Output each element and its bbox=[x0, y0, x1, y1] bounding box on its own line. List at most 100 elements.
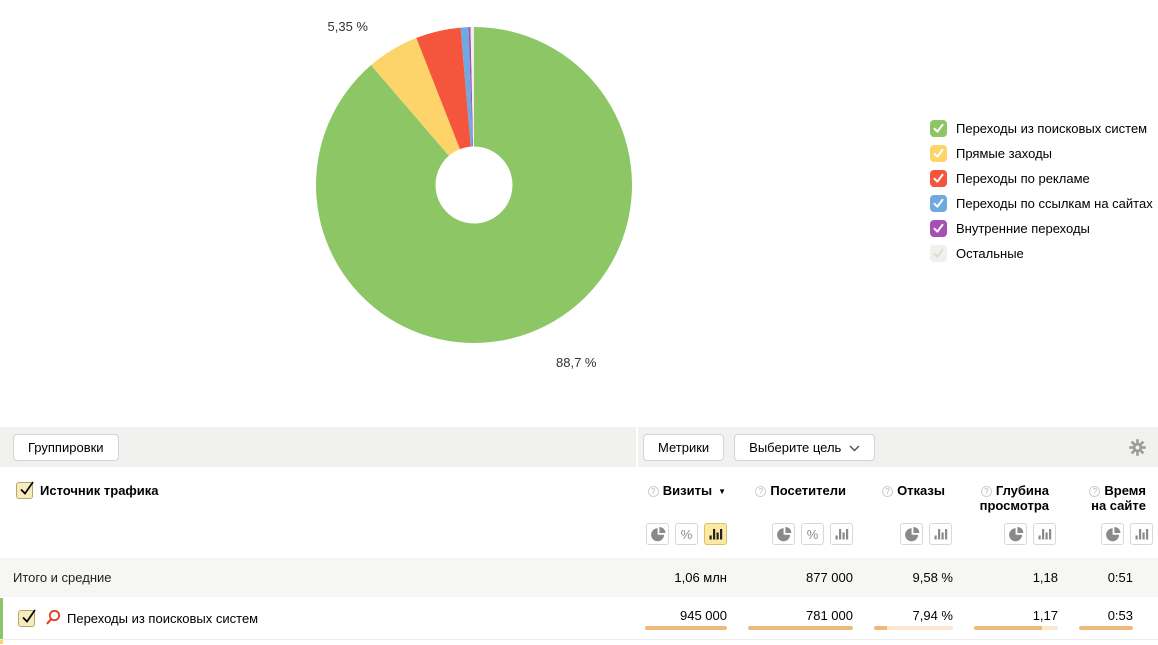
traffic-sources-chart-area: 5,35 % 88,7 % Переходы из поисковых сист… bbox=[0, 0, 1158, 427]
bars-mode-button[interactable] bbox=[704, 523, 727, 545]
legend-checkbox-icon[interactable] bbox=[930, 195, 947, 212]
legend-checkbox-icon[interactable] bbox=[930, 145, 947, 162]
help-icon[interactable]: ? bbox=[648, 486, 659, 497]
bars-mode-icon bbox=[1037, 526, 1053, 542]
help-icon[interactable]: ? bbox=[981, 486, 992, 497]
pie-mode-button[interactable] bbox=[772, 523, 795, 545]
metric-column-label[interactable]: ?Времяна сайте bbox=[1089, 483, 1158, 513]
help-icon[interactable]: ? bbox=[755, 486, 766, 497]
table-header-row: Источник трафика ?Визиты▼%?Посетители%?О… bbox=[0, 467, 1158, 557]
metric-value: 945 000 bbox=[680, 608, 727, 623]
row-source-label[interactable]: Переходы из поисковых систем bbox=[67, 611, 258, 626]
slice-percent-label-search: 88,7 % bbox=[556, 355, 596, 370]
bars-mode-button[interactable] bbox=[1130, 523, 1153, 545]
table-row: Переходы из поисковых систем 945 000 781 0… bbox=[0, 598, 1158, 640]
metric-column-label[interactable]: ?Посетители bbox=[755, 483, 858, 498]
metric-column-header: ?Визиты▼% bbox=[637, 467, 732, 557]
display-mode-buttons: % bbox=[772, 523, 858, 545]
pie-mode-button[interactable] bbox=[1101, 523, 1124, 545]
row-color-stripe bbox=[0, 640, 3, 644]
toolbar-right-section: Метрики Выберите цель bbox=[636, 427, 1158, 467]
pie-mode-button[interactable] bbox=[1004, 523, 1027, 545]
totals-values: 1,06 млн877 0009,58 %1,180:51 bbox=[637, 570, 1158, 585]
display-mode-buttons: % bbox=[646, 523, 732, 545]
legend-item[interactable]: Внутренние переходы bbox=[930, 216, 1153, 241]
bars-mode-button[interactable] bbox=[830, 523, 853, 545]
metric-value-cell: 0:53 bbox=[1061, 608, 1158, 630]
bars-mode-button[interactable] bbox=[929, 523, 952, 545]
group-column-title[interactable]: Источник трафика bbox=[40, 482, 159, 499]
legend-label: Переходы по рекламе bbox=[956, 171, 1090, 186]
legend-checkbox-icon[interactable] bbox=[930, 220, 947, 237]
totals-value: 877 000 bbox=[732, 570, 858, 585]
goal-picker-button[interactable]: Выберите цель bbox=[734, 434, 875, 461]
pie-mode-button[interactable] bbox=[900, 523, 923, 545]
metrics-button[interactable]: Метрики bbox=[643, 434, 724, 461]
next-row-peek bbox=[0, 640, 1158, 644]
bars-mode-icon bbox=[834, 526, 850, 542]
legend-checkbox-icon[interactable] bbox=[930, 170, 947, 187]
percent-mode-button[interactable]: % bbox=[801, 523, 824, 545]
row-name-cell: Переходы из поисковых систем bbox=[0, 609, 637, 629]
value-mini-bar bbox=[1079, 626, 1133, 630]
value-mini-bar bbox=[974, 626, 1058, 630]
chart-legend: Переходы из поисковых систем Прямые заход… bbox=[930, 116, 1153, 266]
metric-value: 1,17 bbox=[1033, 608, 1058, 623]
percent-mode-button[interactable]: % bbox=[675, 523, 698, 545]
bars-mode-icon bbox=[708, 526, 724, 542]
display-mode-buttons bbox=[1004, 523, 1061, 545]
search-magnifier-icon[interactable] bbox=[45, 609, 61, 629]
metric-value-cell: 781 000 bbox=[732, 608, 858, 630]
metric-value-cell: 1,17 bbox=[957, 608, 1061, 630]
value-mini-bar bbox=[645, 626, 727, 630]
table-body: Переходы из поисковых систем 945 000 781 0… bbox=[0, 598, 1158, 640]
metric-value-cell: 7,94 % bbox=[858, 608, 957, 630]
goal-picker-label: Выберите цель bbox=[749, 440, 841, 455]
legend-item[interactable]: Переходы из поисковых систем bbox=[930, 116, 1153, 141]
pie-mode-icon bbox=[776, 526, 792, 542]
help-icon[interactable]: ? bbox=[882, 486, 893, 497]
group-column-header: Источник трафика bbox=[0, 467, 637, 557]
metrica-dashboard: 5,35 % 88,7 % Переходы из поисковых сист… bbox=[0, 0, 1158, 645]
groupings-button[interactable]: Группировки bbox=[13, 434, 119, 461]
legend-item[interactable]: Переходы по ссылкам на сайтах bbox=[930, 191, 1153, 216]
metric-columns-header: ?Визиты▼%?Посетители%?Отказы?Глубинапрос… bbox=[637, 467, 1158, 557]
legend-item[interactable]: Переходы по рекламе bbox=[930, 166, 1153, 191]
bars-mode-button[interactable] bbox=[1033, 523, 1056, 545]
metric-value: 7,94 % bbox=[913, 608, 953, 623]
help-icon[interactable]: ? bbox=[1089, 486, 1100, 497]
value-mini-bar bbox=[874, 626, 953, 630]
legend-item[interactable]: Прямые заходы bbox=[930, 141, 1153, 166]
legend-checkbox-icon[interactable] bbox=[930, 120, 947, 137]
row-checkbox[interactable] bbox=[18, 610, 35, 627]
legend-label: Переходы из поисковых систем bbox=[956, 121, 1147, 136]
toolbar-left-section: Группировки bbox=[0, 427, 636, 467]
chevron-down-icon bbox=[849, 440, 860, 455]
legend-item[interactable]: Остальные bbox=[930, 241, 1153, 266]
group-checkbox[interactable] bbox=[16, 482, 33, 499]
totals-value: 1,18 bbox=[957, 570, 1061, 585]
row-color-stripe bbox=[0, 598, 3, 639]
metric-column-label[interactable]: ?Глубинапросмотра bbox=[980, 483, 1061, 513]
table-settings-gear-icon[interactable] bbox=[1129, 439, 1146, 456]
donut-chart bbox=[314, 25, 634, 345]
donut-chart-svg[interactable] bbox=[314, 25, 634, 345]
legend-checkbox-icon[interactable] bbox=[930, 245, 947, 262]
donut-slice[interactable] bbox=[316, 27, 632, 343]
display-mode-buttons bbox=[1101, 523, 1158, 545]
legend-label: Прямые заходы bbox=[956, 146, 1052, 161]
percent-mode-icon: % bbox=[681, 527, 693, 542]
pie-mode-icon bbox=[904, 526, 920, 542]
metric-value: 0:53 bbox=[1108, 608, 1133, 623]
pie-mode-icon bbox=[650, 526, 666, 542]
pie-mode-button[interactable] bbox=[646, 523, 669, 545]
metric-column-label[interactable]: ?Визиты▼ bbox=[648, 483, 732, 499]
bars-mode-icon bbox=[1134, 526, 1150, 542]
metric-column-label[interactable]: ?Отказы bbox=[882, 483, 957, 498]
sort-arrow-icon: ▼ bbox=[718, 487, 726, 496]
legend-label: Внутренние переходы bbox=[956, 221, 1090, 236]
metric-column-header: ?Посетители% bbox=[732, 467, 858, 557]
totals-row: Итого и средние 1,06 млн877 0009,58 %1,1… bbox=[0, 558, 1158, 597]
slice-percent-label-direct: 5,35 % bbox=[296, 19, 368, 34]
metric-column-header: ?Глубинапросмотра bbox=[957, 467, 1061, 557]
